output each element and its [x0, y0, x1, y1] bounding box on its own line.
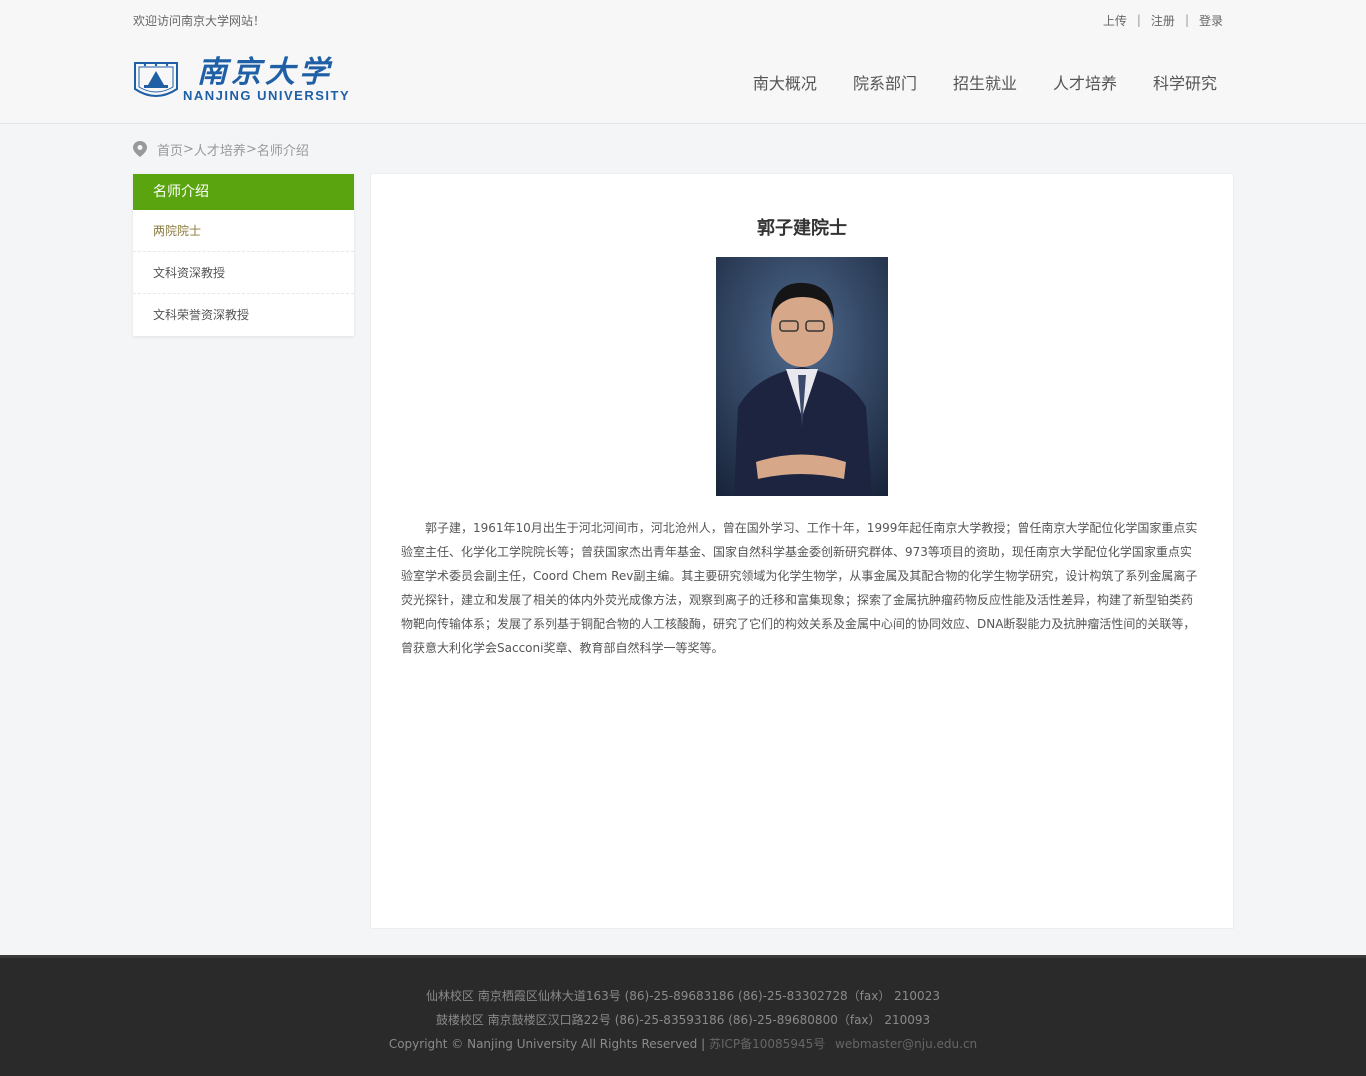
- article-panel: 郭子建院士 郭子建，1961年10月出生于河北河间市，河北沧州人，曾在国外学习、…: [371, 174, 1233, 928]
- nav-item-research[interactable]: 科学研究: [1153, 70, 1217, 94]
- footer-address-xianlin: 仙林校区 南京栖霞区仙林大道163号 (86)-25-89683186 (86)…: [426, 989, 940, 1003]
- nav-item-overview[interactable]: 南大概况: [753, 70, 817, 94]
- brand-row: 南京大学 NANJING UNIVERSITY 南大概况 院系部门 招生就业 人…: [133, 40, 1233, 124]
- breadcrumb-home[interactable]: 首页: [157, 140, 183, 159]
- upload-link[interactable]: 上传: [1103, 12, 1127, 29]
- nav-item-admissions[interactable]: 招生就业: [953, 70, 1017, 94]
- logo-wordmark: 南京大学 NANJING UNIVERSITY: [183, 57, 350, 103]
- content-area: 名师介绍 两院院士 文科资深教授 文科荣誉资深教授 郭子建院士 郭子建，1961…: [133, 174, 1233, 928]
- account-links: 上传 | 注册 | 登录: [1103, 12, 1223, 29]
- portrait-photo: [716, 257, 888, 496]
- footer-copyright: Copyright © Nanjing University All Right…: [388, 1037, 706, 1051]
- breadcrumb-separator: >: [245, 141, 257, 157]
- footer-email-link[interactable]: webmaster@nju.edu.cn: [835, 1037, 977, 1051]
- breadcrumb-current: 名师介绍: [256, 143, 309, 159]
- sidebar-item-honorary-professors[interactable]: 文科荣誉资深教授: [133, 294, 354, 336]
- top-bar: 欢迎访问南京大学网站！ 上传 | 注册 | 登录: [133, 0, 1233, 40]
- breadcrumb-separator: >: [183, 141, 194, 157]
- logo-chinese: 南京大学: [197, 55, 333, 90]
- article-title: 郭子建院士: [757, 218, 847, 239]
- nav-item-departments[interactable]: 院系部门: [853, 70, 917, 94]
- sidebar-item-academicians[interactable]: 两院院士: [133, 210, 354, 252]
- breadcrumb: 首页 > 人才培养 > 名师介绍: [133, 124, 1233, 174]
- nav-item-education[interactable]: 人才培养: [1053, 70, 1117, 94]
- link-divider: |: [1136, 13, 1141, 27]
- welcome-text: 欢迎访问南京大学网站！: [133, 13, 266, 28]
- main-nav: 南大概况 院系部门 招生就业 人才培养 科学研究: [717, 70, 1217, 94]
- footer-icp-link[interactable]: 苏ICP备10085945号: [709, 1037, 825, 1051]
- link-divider: |: [1184, 13, 1189, 27]
- logo-english: NANJING UNIVERSITY: [183, 88, 351, 103]
- sidebar: 名师介绍 两院院士 文科资深教授 文科荣誉资深教授: [133, 174, 354, 336]
- footer-address-gulou: 鼓楼校区 南京鼓楼区汉口路22号 (86)-25-83593186 (86)-2…: [435, 1013, 931, 1027]
- register-link[interactable]: 注册: [1151, 12, 1175, 29]
- location-pin-icon: [133, 141, 147, 157]
- emblem-icon: [134, 62, 178, 97]
- biography-text: 郭子建，1961年10月出生于河北河间市，河北沧州人，曾在国外学习、工作十年，1…: [401, 521, 1198, 655]
- login-link[interactable]: 登录: [1199, 12, 1223, 29]
- sidebar-item-senior-professors[interactable]: 文科资深教授: [133, 252, 354, 294]
- breadcrumb-section[interactable]: 人才培养: [194, 140, 246, 159]
- site-footer: 仙林校区 南京栖霞区仙林大道163号 (86)-25-89683186 (86)…: [0, 955, 1366, 1076]
- sidebar-title: 名师介绍: [133, 174, 354, 210]
- footer-copyright-row: Copyright © Nanjing University All Right…: [0, 1032, 1366, 1056]
- university-logo[interactable]: 南京大学 NANJING UNIVERSITY: [133, 57, 350, 103]
- site-header: 欢迎访问南京大学网站！ 上传 | 注册 | 登录 南京大学 NANJING UN…: [0, 0, 1366, 124]
